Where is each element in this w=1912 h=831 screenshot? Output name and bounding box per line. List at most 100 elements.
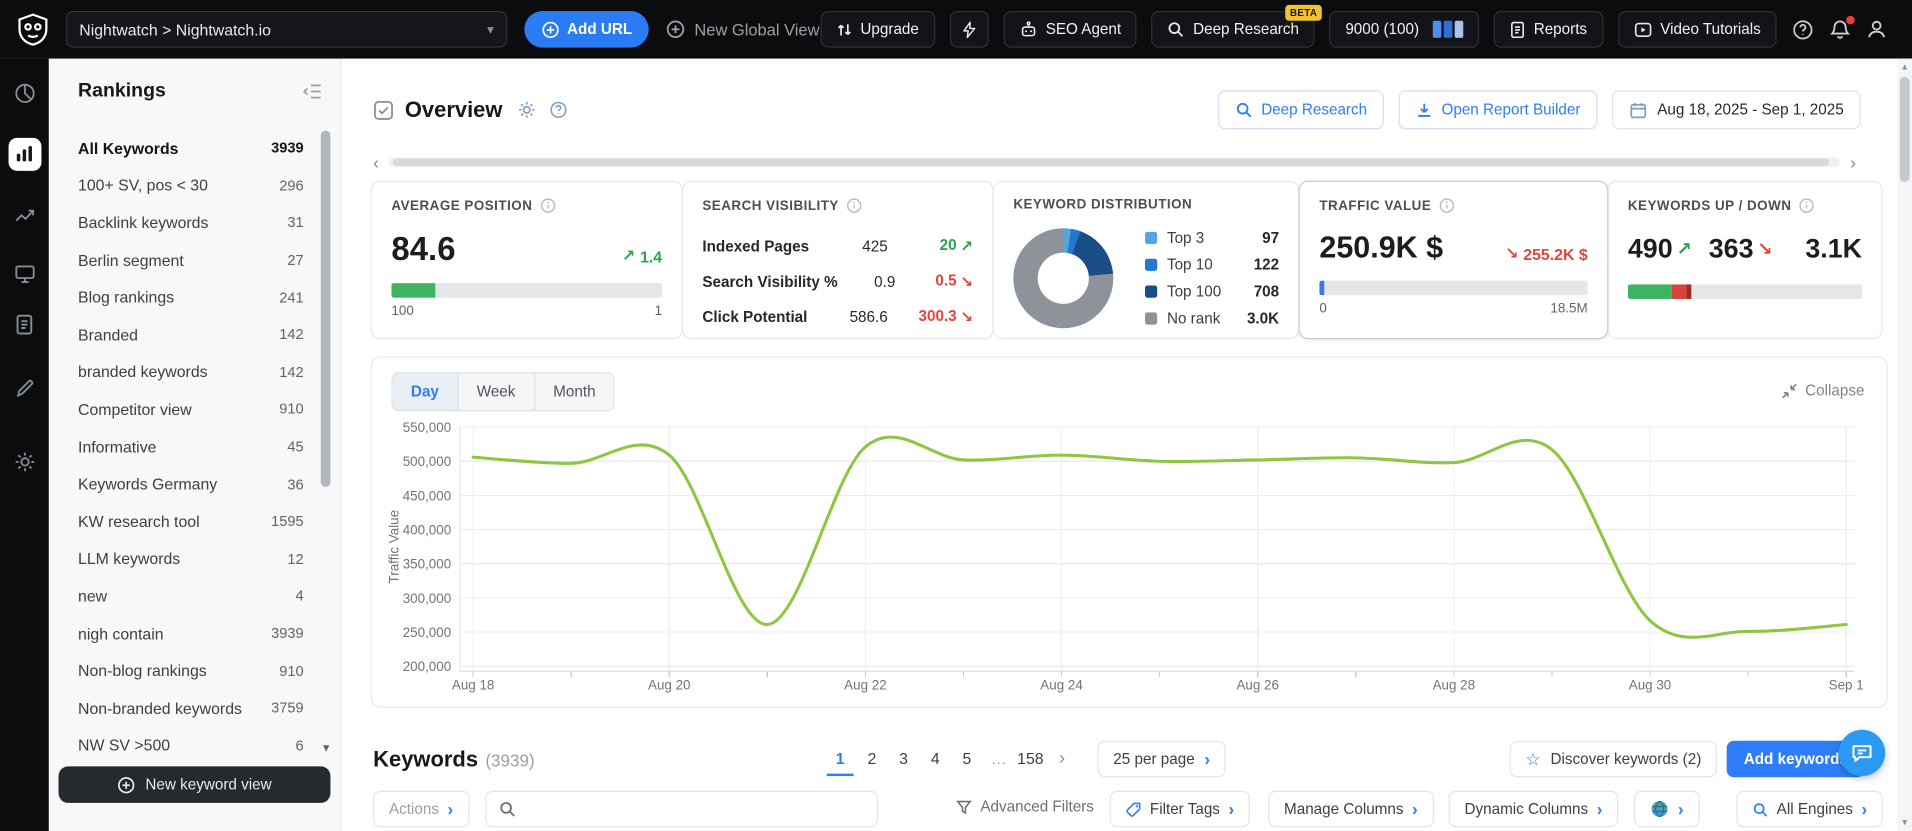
rail-item-site-audit[interactable] (0, 256, 49, 290)
new-global-view-label: New Global View (694, 20, 820, 39)
manage-columns-label: Manage Columns (1284, 800, 1404, 818)
overview-help-icon[interactable] (549, 100, 569, 120)
page-button[interactable]: 4 (922, 742, 949, 776)
sidebar-item[interactable]: Keywords Germany 36 (49, 465, 340, 502)
tab-week[interactable]: Week (457, 373, 534, 411)
all-engines-label: All Engines (1776, 800, 1853, 818)
seo-agent-button[interactable]: SEO Agent (1003, 10, 1137, 48)
scroll-right-icon[interactable]: › (1850, 154, 1856, 171)
pagination-next[interactable]: › (1049, 742, 1076, 776)
sidebar-item[interactable]: Berlin segment 27 (49, 241, 340, 278)
actions-dropdown[interactable]: Actions › (373, 790, 470, 828)
manage-columns-dropdown[interactable]: Manage Columns › (1268, 790, 1434, 828)
horizontal-scroll-track[interactable] (388, 157, 1841, 168)
sidebar-item[interactable]: All Keywords 3939 (49, 129, 340, 166)
chevron-right-icon: › (1596, 799, 1603, 819)
sidebar-item-label: KW research tool (78, 512, 200, 531)
collapse-chart-button[interactable]: Collapse (1782, 382, 1864, 399)
info-icon[interactable] (1439, 198, 1455, 214)
sidebar-item[interactable]: Non-blog rankings 910 (49, 652, 340, 689)
tab-month[interactable]: Month (533, 373, 614, 411)
boost-button[interactable] (949, 10, 989, 48)
advanced-filters-button[interactable]: Advanced Filters (956, 798, 1094, 815)
rail-item-notes[interactable] (0, 371, 49, 405)
traffic-value-card[interactable]: TRAFFIC VALUE 250.9K $ ↘ 255.2K $ 0 18.5… (1298, 180, 1609, 340)
sidebar-item-label: Competitor view (78, 400, 192, 419)
page-button[interactable]: 3 (890, 742, 917, 776)
sidebar-item[interactable]: KW research tool 1595 (49, 503, 340, 540)
sidebar-item[interactable]: Branded 142 (49, 316, 340, 353)
per-page-dropdown[interactable]: 25 per page › (1097, 740, 1226, 778)
reports-button[interactable]: Reports (1493, 10, 1603, 48)
rail-item-settings[interactable] (0, 444, 49, 478)
help-button[interactable] (1791, 18, 1814, 41)
sidebar-item[interactable]: Non-branded keywords 3759 (49, 689, 340, 726)
traffic-value-line-chart[interactable]: 550,000 500,000 450,000 400,000 350,000 300,0… (382, 416, 1879, 699)
filter-tags-dropdown[interactable]: Filter Tags › (1109, 790, 1251, 828)
all-engines-dropdown[interactable]: All Engines › (1736, 790, 1884, 828)
sidebar-scrollbar-thumb[interactable] (320, 130, 331, 487)
search-visibility-row: Click Potential 586.6 300.3 ↘ (702, 299, 973, 334)
deep-research-page-button[interactable]: Deep Research (1218, 90, 1385, 130)
keyword-search[interactable] (485, 790, 878, 828)
page-button[interactable]: 1 (826, 742, 854, 777)
sidebar-item[interactable]: NW SV >500 6 (49, 727, 340, 764)
sidebar-scrollbar[interactable] (320, 130, 331, 766)
rail-item-trends[interactable] (0, 198, 49, 232)
collapse-sidebar-icon[interactable] (301, 82, 323, 102)
tab-day[interactable]: Day (392, 373, 458, 411)
sidebar-item[interactable]: LLM keywords 12 (49, 540, 340, 577)
open-report-builder-button[interactable]: Open Report Builder (1398, 90, 1598, 130)
rail-item-dashboard[interactable] (0, 76, 49, 110)
new-global-view-button[interactable]: New Global View (666, 20, 819, 40)
scroll-left-icon[interactable]: ‹ (373, 154, 379, 171)
account-button[interactable] (1866, 18, 1888, 40)
horizontal-scroll-thumb[interactable] (392, 158, 1830, 166)
sidebar-item[interactable]: Blog rankings 241 (49, 279, 340, 316)
overview-settings-icon[interactable] (517, 100, 537, 120)
chat-button[interactable] (1838, 729, 1886, 777)
sidebar-item-count: 45 (287, 438, 304, 456)
info-icon[interactable] (1799, 198, 1815, 214)
sidebar-item[interactable]: branded keywords 142 (49, 353, 340, 390)
add-url-button[interactable]: Add URL (524, 10, 650, 48)
chat-icon (1852, 745, 1872, 762)
sidebar-scroll-down-icon[interactable]: ▼ (321, 742, 332, 754)
sidebar-item[interactable]: 100+ SV, pos < 30 296 (49, 167, 340, 204)
sidebar-item[interactable]: Competitor view 910 (49, 391, 340, 428)
scroll-up-icon[interactable]: ▲ (1897, 59, 1912, 76)
date-range-picker[interactable]: Aug 18, 2025 - Sep 1, 2025 (1612, 90, 1861, 130)
granularity-tabs: Day Week Month (391, 372, 616, 412)
metric-value: 425 (862, 237, 888, 255)
rail-item-reports[interactable] (0, 308, 49, 342)
rail-item-rankings[interactable] (0, 137, 49, 171)
info-icon[interactable] (846, 198, 862, 214)
video-tutorials-button[interactable]: Video Tutorials (1617, 10, 1777, 48)
card-title: AVERAGE POSITION (391, 198, 533, 213)
location-dropdown[interactable]: › (1633, 790, 1700, 828)
legend-value: 97 (1262, 229, 1280, 247)
page-scrollbar-thumb[interactable] (1899, 76, 1910, 182)
site-selector-dropdown[interactable]: Nightwatch > Nightwatch.io ▾ (65, 10, 508, 48)
info-icon[interactable] (540, 198, 556, 214)
sidebar-item-label: nigh contain (78, 624, 164, 643)
page-scrollbar[interactable]: ▲ ▼ (1897, 58, 1912, 831)
upgrade-button[interactable]: Upgrade (820, 10, 935, 48)
page-button[interactable]: 158 (1017, 742, 1044, 776)
sidebar-item[interactable]: Informative 45 (49, 428, 340, 465)
sidebar-item[interactable]: Backlink keywords 31 (49, 204, 340, 241)
dynamic-columns-dropdown[interactable]: Dynamic Columns › (1448, 790, 1619, 828)
page-button[interactable]: 2 (858, 742, 885, 776)
deep-research-button[interactable]: Deep Research BETA (1151, 4, 1323, 48)
new-keyword-view-button[interactable]: New keyword view (58, 766, 331, 803)
quota-indicator[interactable]: 9000 (100) (1329, 10, 1479, 48)
page-button[interactable]: 5 (954, 742, 981, 776)
discover-keywords-button[interactable]: ☆ Discover keywords (2) (1509, 740, 1718, 778)
keyword-search-input[interactable] (525, 800, 865, 818)
sidebar-item[interactable]: new 4 (49, 577, 340, 614)
scroll-down-icon[interactable]: ▼ (1897, 814, 1912, 831)
notifications-button[interactable] (1829, 14, 1856, 40)
nightwatch-logo[interactable] (17, 12, 49, 46)
sidebar-item[interactable]: nigh contain 3939 (49, 615, 340, 652)
scale-max: 1 (654, 303, 663, 319)
